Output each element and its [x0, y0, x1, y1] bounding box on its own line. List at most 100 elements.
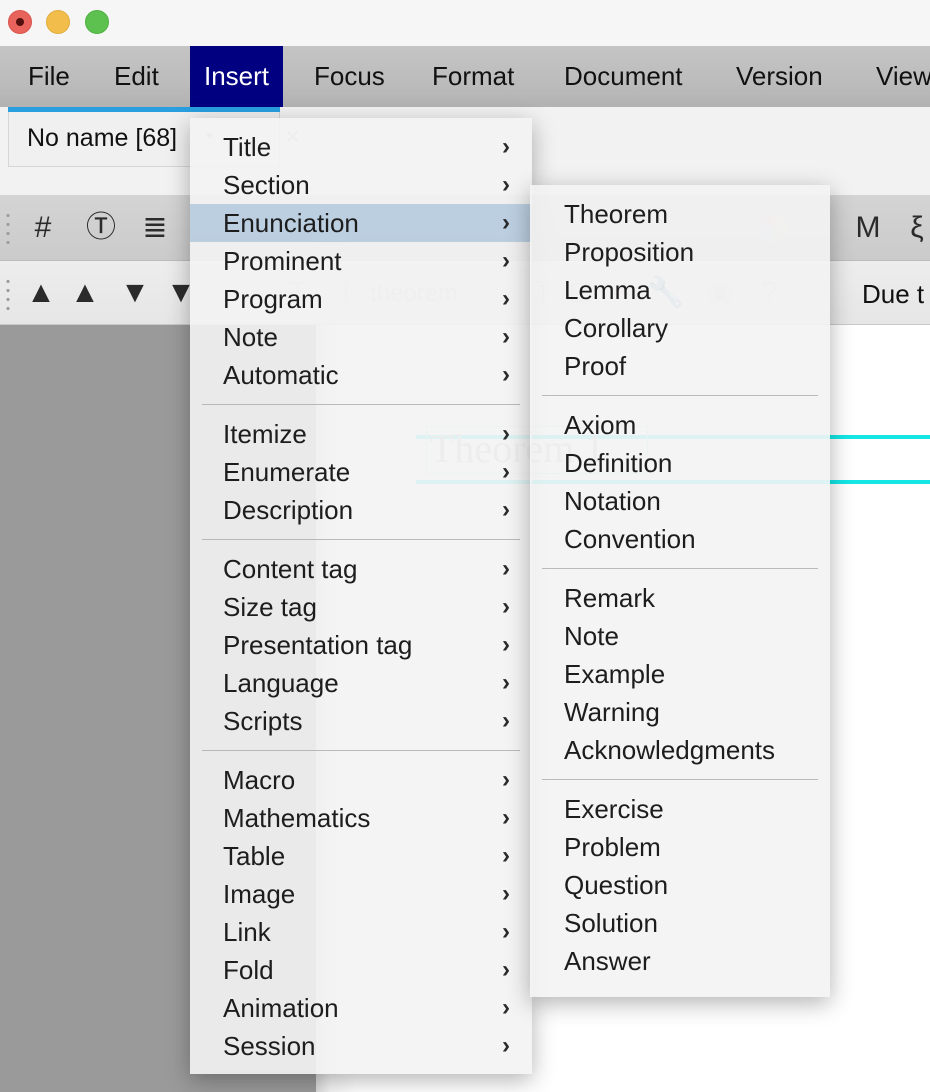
menubar-item-focus[interactable]: Focus	[300, 46, 399, 107]
submenu-chevron-right-icon: ›	[502, 875, 510, 913]
menu-item-proposition[interactable]: Proposition	[530, 233, 830, 271]
menu-item-label: Convention	[564, 524, 696, 554]
submenu-chevron-right-icon: ›	[502, 626, 510, 664]
menu-item-program[interactable]: Program›	[190, 280, 532, 318]
menubar-item-version[interactable]: Version	[722, 46, 837, 107]
menubar-item-document[interactable]: Document	[550, 46, 697, 107]
menu-item-label: Fold	[223, 955, 274, 985]
move-up-icon[interactable]: ▲	[64, 261, 106, 325]
menu-item-acknowledgments[interactable]: Acknowledgments	[530, 731, 830, 769]
align-right-icon[interactable]: ≣	[134, 195, 176, 261]
menubar-item-edit[interactable]: Edit	[100, 46, 173, 107]
section-xi-icon[interactable]: ξ	[902, 195, 930, 261]
menu-item-corollary[interactable]: Corollary	[530, 309, 830, 347]
menubar-item-file[interactable]: File	[14, 46, 84, 107]
menu-item-label: Exercise	[564, 794, 664, 824]
grid-icon[interactable]: #	[22, 195, 64, 261]
menu-item-itemize[interactable]: Itemize ›	[190, 415, 532, 453]
menu-item-label: Description	[223, 495, 353, 525]
menu-item-animation[interactable]: Animation›	[190, 989, 532, 1027]
menu-item-label: Acknowledgments	[564, 735, 775, 765]
submenu-chevron-right-icon: ›	[502, 318, 510, 356]
menu-item-title[interactable]: Title›	[190, 128, 532, 166]
menubar-item-insert[interactable]: Insert	[190, 46, 283, 107]
maximize-window-button[interactable]	[85, 10, 109, 34]
menu-item-label: Scripts	[223, 706, 302, 736]
menu-item-proof[interactable]: Proof	[530, 347, 830, 385]
menu-item-note[interactable]: Note	[530, 617, 830, 655]
enunciation-submenu[interactable]: Theorem Proposition Lemma Corollary Proof Axi…	[530, 185, 830, 997]
menu-item-description[interactable]: Description ›	[190, 491, 532, 529]
menu-item-example[interactable]: Example	[530, 655, 830, 693]
menu-item-content-tag[interactable]: Content tag›	[190, 550, 532, 588]
menu-item-remark[interactable]: Remark	[530, 579, 830, 617]
menu-item-label: Definition	[564, 448, 672, 478]
submenu-chevron-right-icon: ›	[502, 799, 510, 837]
submenu-chevron-right-icon: ›	[502, 837, 510, 875]
menu-item-label: Enumerate	[223, 457, 350, 487]
menu-item-question[interactable]: Question	[530, 866, 830, 904]
close-window-button[interactable]	[8, 10, 32, 34]
menu-item-label: Itemize	[223, 419, 307, 449]
submenu-chevron-right-icon: ›	[502, 989, 510, 1027]
menu-item-section[interactable]: Section›	[190, 166, 532, 204]
menu-item-label: Language	[223, 668, 339, 698]
font-m-icon[interactable]: M	[850, 195, 886, 261]
menubar-item-format[interactable]: Format	[418, 46, 528, 107]
menu-item-scripts[interactable]: Scripts ›	[190, 702, 532, 740]
menu-item-label: Mathematics	[223, 803, 370, 833]
submenu-chevron-right-icon: ›	[502, 453, 510, 491]
menubar-item-view[interactable]: View	[862, 46, 930, 107]
menu-item-enunciation[interactable]: Enunciation›	[190, 204, 532, 242]
submenu-chevron-right-icon: ›	[502, 415, 510, 453]
tab-label: No name [68]	[27, 107, 177, 167]
menu-item-label: Section	[223, 170, 310, 200]
menu-item-link[interactable]: Link›	[190, 913, 532, 951]
menu-item-label: Solution	[564, 908, 658, 938]
menu-item-automatic[interactable]: Automatic›	[190, 356, 532, 394]
toolbar-drag-handle[interactable]	[6, 211, 10, 245]
menu-item-label: Axiom	[564, 410, 636, 440]
menu-item-mathematics[interactable]: Mathematics ›	[190, 799, 532, 837]
move-down-icon[interactable]: ▼	[114, 261, 156, 325]
insert-dropdown-menu[interactable]: Title›Section›Enunciation›Prominent›Prog…	[190, 118, 532, 1074]
submenu-chevron-right-icon: ›	[502, 491, 510, 529]
menu-item-label: Theorem	[564, 199, 668, 229]
text-frame-icon[interactable]: Ⓣ	[78, 195, 124, 261]
menu-item-axiom[interactable]: Axiom	[530, 406, 830, 444]
menu-item-label: Lemma	[564, 275, 651, 305]
menu-item-answer[interactable]: Answer	[530, 942, 830, 980]
menu-item-presentation-tag[interactable]: Presentation tag ›	[190, 626, 532, 664]
menu-item-label: Corollary	[564, 313, 668, 343]
minimize-window-button[interactable]	[46, 10, 70, 34]
menu-item-fold[interactable]: Fold›	[190, 951, 532, 989]
menu-item-solution[interactable]: Solution	[530, 904, 830, 942]
menu-item-problem[interactable]: Problem	[530, 828, 830, 866]
menu-item-prominent[interactable]: Prominent›	[190, 242, 532, 280]
menu-item-language[interactable]: Language›	[190, 664, 532, 702]
submenu-chevron-right-icon: ›	[502, 702, 510, 740]
due-text-label: Due t	[862, 261, 924, 325]
menu-item-notation[interactable]: Notation	[530, 482, 830, 520]
menu-item-theorem[interactable]: Theorem	[530, 195, 830, 233]
align-top-icon[interactable]: ▲	[20, 261, 62, 325]
menu-item-definition[interactable]: Definition	[530, 444, 830, 482]
menu-item-table[interactable]: Table›	[190, 837, 532, 875]
menu-item-size-tag[interactable]: Size tag›	[190, 588, 532, 626]
menu-item-note[interactable]: Note›	[190, 318, 532, 356]
menu-item-convention[interactable]: Convention	[530, 520, 830, 558]
menu-item-lemma[interactable]: Lemma	[530, 271, 830, 309]
menu-item-exercise[interactable]: Exercise	[530, 790, 830, 828]
menu-item-warning[interactable]: Warning	[530, 693, 830, 731]
toolbar-drag-handle-2[interactable]	[6, 277, 10, 311]
submenu-chevron-right-icon: ›	[502, 242, 510, 280]
menu-item-label: Presentation tag	[223, 630, 412, 660]
menu-separator	[202, 539, 520, 540]
menu-separator	[202, 750, 520, 751]
menu-item-label: Title	[223, 132, 271, 162]
menu-item-image[interactable]: Image›	[190, 875, 532, 913]
menu-item-enumerate[interactable]: Enumerate ›	[190, 453, 532, 491]
submenu-chevron-right-icon: ›	[502, 761, 510, 799]
menu-item-macro[interactable]: Macro›	[190, 761, 532, 799]
menu-item-session[interactable]: Session›	[190, 1027, 532, 1065]
